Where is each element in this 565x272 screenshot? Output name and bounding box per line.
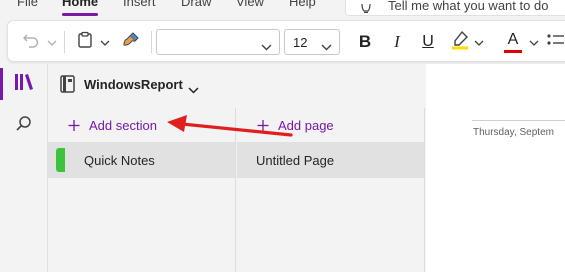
plus-icon — [68, 117, 80, 138]
note-canvas[interactable]: Thursday, Septem — [426, 64, 565, 272]
chevron-down-icon — [47, 33, 57, 51]
notebook-icon — [60, 75, 75, 98]
chevron-down-icon — [321, 38, 332, 56]
search-icon — [15, 115, 33, 138]
chevron-down-icon — [474, 33, 484, 51]
ribbon-divider — [64, 31, 65, 53]
italic-button[interactable]: I — [384, 28, 410, 56]
chevron-down-icon — [261, 38, 272, 56]
chevron-down-icon — [188, 81, 199, 99]
font-size-value: 12 — [293, 35, 308, 50]
section-color-tab — [56, 148, 65, 172]
tab-insert[interactable]: Insert — [123, 0, 156, 9]
page-item-untitled[interactable]: Untitled Page — [237, 142, 424, 178]
notebook-header[interactable]: WindowsReport — [48, 64, 425, 108]
undo-button[interactable] — [18, 28, 44, 56]
paste-dropdown[interactable] — [98, 28, 112, 56]
sections-pane: Add section Quick Notes — [48, 108, 236, 272]
tell-me-text: Tell me what you want to do — [388, 0, 549, 13]
tab-view[interactable]: View — [236, 0, 264, 9]
font-name-dropdown[interactable] — [156, 29, 280, 55]
ribbon-divider — [151, 31, 152, 53]
bullet-list-icon — [546, 32, 564, 53]
tab-draw[interactable]: Draw — [181, 0, 211, 9]
notebooks-button[interactable] — [0, 64, 48, 104]
title-underline — [472, 120, 565, 121]
font-color-button[interactable]: A — [501, 28, 525, 56]
pages-pane: Add page Untitled Page — [237, 108, 425, 272]
section-label: Quick Notes — [84, 153, 155, 168]
navigation-rail — [0, 64, 48, 272]
font-color-dropdown[interactable] — [527, 28, 541, 56]
highlight-dropdown[interactable] — [472, 28, 486, 56]
tab-file[interactable]: File — [17, 0, 38, 9]
notebook-name: WindowsReport — [84, 77, 183, 92]
undo-icon — [22, 31, 40, 54]
menu-bar: File Home Insert Draw View Help Tell me … — [0, 0, 565, 16]
add-section-label: Add section — [89, 118, 157, 133]
format-painter-button[interactable] — [118, 28, 144, 56]
paste-button[interactable] — [72, 28, 98, 56]
bullets-button[interactable] — [544, 28, 565, 56]
add-page-button[interactable]: Add page — [237, 108, 424, 144]
clipboard-icon — [76, 31, 94, 54]
tab-help[interactable]: Help — [289, 0, 316, 9]
add-page-label: Add page — [278, 118, 334, 133]
chevron-down-icon — [529, 33, 539, 51]
search-button[interactable] — [0, 106, 48, 146]
page-label: Untitled Page — [256, 153, 335, 168]
paintbrush-icon — [122, 31, 140, 54]
font-color-letter: A — [507, 30, 519, 48]
lightbulb-icon — [360, 0, 372, 18]
highlight-button[interactable] — [448, 28, 472, 56]
underline-button[interactable]: U — [415, 28, 441, 56]
notebooks-icon — [14, 73, 34, 96]
bold-button[interactable]: B — [352, 28, 378, 56]
undo-dropdown[interactable] — [45, 28, 59, 56]
highlighter-icon — [450, 30, 470, 55]
font-color-swatch — [504, 49, 522, 53]
font-size-dropdown[interactable]: 12 — [284, 29, 340, 55]
page-date: Thursday, Septem — [473, 127, 554, 138]
tab-home[interactable]: Home — [62, 0, 99, 16]
section-item-quick-notes[interactable]: Quick Notes — [48, 142, 235, 178]
plus-icon — [257, 117, 269, 138]
chevron-down-icon — [100, 33, 110, 51]
tell-me-search[interactable]: Tell me what you want to do — [345, 0, 565, 16]
add-section-button[interactable]: Add section — [48, 108, 235, 144]
ribbon-toolbar: 12 B I U A — [7, 20, 565, 62]
